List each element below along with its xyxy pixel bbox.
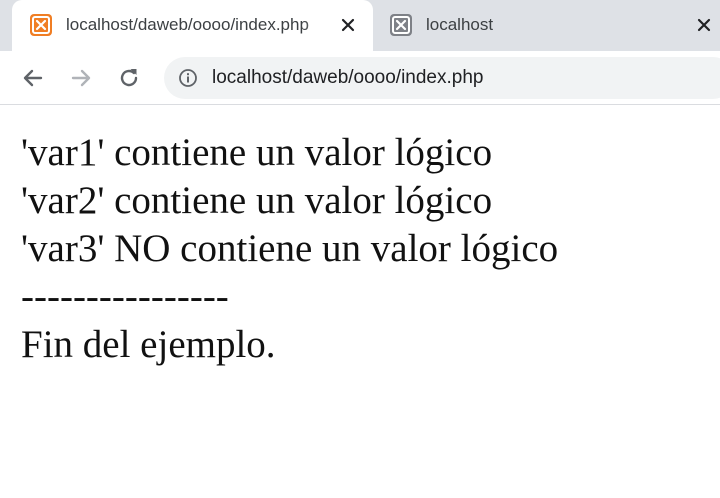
tab-localhost[interactable]: localhost [374,0,720,51]
reload-icon[interactable] [116,65,142,91]
tab-strip: localhost/daweb/oooo/index.php localhost [0,0,720,51]
output-line-var1: 'var1' contiene un valor lógico [21,131,493,174]
browser-toolbar: localhost/daweb/oooo/index.php [0,51,720,105]
arrow-right-icon[interactable] [68,65,94,91]
xampp-icon [390,14,412,36]
close-tab-icon[interactable] [338,15,358,35]
output-line-end: Fin del ejemplo. [21,323,276,366]
page-content: 'var1' contiene un valor lógico 'var2' c… [21,129,558,369]
browser-window: localhost/daweb/oooo/index.php localhost [0,0,720,498]
info-icon[interactable] [178,68,198,88]
address-bar[interactable]: localhost/daweb/oooo/index.php [164,57,720,99]
url-text[interactable]: localhost/daweb/oooo/index.php [212,67,483,89]
separator-line: ---------------- [21,275,229,318]
output-line-var3: 'var3' NO contiene un valor lógico [21,227,559,270]
tab-title: localhost/daweb/oooo/index.php [66,15,309,34]
tab-index-php[interactable]: localhost/daweb/oooo/index.php [12,0,373,51]
xampp-icon [30,14,52,36]
tab-title: localhost [426,15,494,34]
arrow-left-icon[interactable] [20,65,46,91]
output-line-var2: 'var2' contiene un valor lógico [21,179,493,222]
close-tab-icon[interactable] [694,15,714,35]
